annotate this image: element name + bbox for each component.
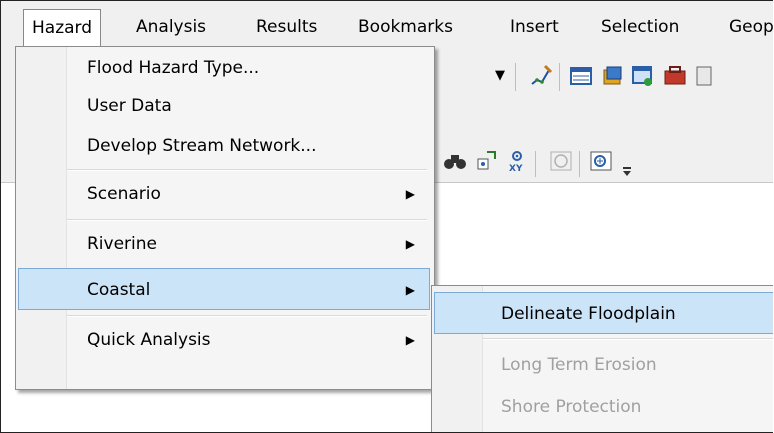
menu-analysis[interactable]: Analysis: [136, 15, 206, 39]
menu-item-label: Quick Analysis: [87, 330, 211, 350]
time-slider-icon[interactable]: [549, 149, 573, 173]
menu-item-label: Scenario: [87, 184, 161, 204]
menu-separator: [483, 338, 773, 340]
hazard-menu: Flood Hazard Type... User Data Develop S…: [15, 46, 435, 390]
menu-geoprocessing[interactable]: Geop: [729, 15, 773, 39]
toolbox-icon[interactable]: [663, 64, 687, 88]
python-window-icon[interactable]: [695, 64, 719, 88]
submenu-item-label: Delineate Floodplain: [501, 304, 676, 324]
menu-insert[interactable]: Insert: [510, 15, 559, 39]
menu-item-coastal[interactable]: Coastal ▶: [18, 268, 430, 310]
toolbar-separator: [535, 151, 536, 177]
menu-item-label: Riverine: [87, 234, 158, 254]
menu-item-develop-stream-network[interactable]: Develop Stream Network...: [19, 126, 429, 166]
attribute-table-icon[interactable]: [569, 64, 593, 88]
coastal-submenu: Delineate Floodplain Long Term Erosion S…: [431, 285, 773, 432]
go-to-xy-icon[interactable]: XY: [505, 149, 529, 173]
catalog-icon[interactable]: [601, 64, 625, 88]
submenu-item-long-term-erosion: Long Term Erosion: [435, 344, 773, 386]
menu-hazard[interactable]: Hazard: [23, 9, 102, 47]
find-route-icon[interactable]: [475, 149, 499, 173]
menu-item-flood-hazard-type[interactable]: Flood Hazard Type...: [19, 47, 429, 89]
menu-separator: [67, 219, 427, 221]
menu-item-label: Coastal: [87, 280, 151, 300]
submenu-item-delineate-floodplain[interactable]: Delineate Floodplain: [434, 292, 773, 334]
menu-selection[interactable]: Selection: [601, 15, 679, 39]
submenu-arrow-icon: ▶: [405, 333, 415, 347]
menu-item-quick-analysis[interactable]: Quick Analysis ▶: [19, 319, 429, 361]
find-binoculars-icon[interactable]: [443, 149, 467, 173]
menu-bar: Hazard Analysis Results Bookmarks Insert…: [1, 1, 773, 48]
submenu-arrow-icon: ▶: [405, 283, 415, 297]
menu-item-user-data[interactable]: User Data: [19, 86, 429, 126]
menu-separator: [67, 315, 427, 317]
toolbar-overflow-icon[interactable]: [621, 163, 633, 177]
menu-bookmarks[interactable]: Bookmarks: [358, 15, 453, 39]
toolbar-separator: [579, 151, 580, 177]
menu-item-riverine[interactable]: Riverine ▶: [19, 223, 429, 265]
edit-sketch-icon[interactable]: [529, 64, 553, 88]
svg-text:XY: XY: [509, 164, 523, 173]
toolbar-separator: [515, 63, 516, 91]
submenu-item-label: Shore Protection: [501, 397, 642, 417]
menu-item-label: Develop Stream Network...: [87, 136, 317, 156]
submenu-item-label: Long Term Erosion: [501, 355, 657, 375]
combo-dropdown-arrow[interactable]: ▼: [495, 68, 505, 83]
submenu-arrow-icon: ▶: [405, 237, 415, 251]
menu-item-label: User Data: [87, 96, 172, 116]
window-search-icon[interactable]: [631, 64, 655, 88]
submenu-arrow-icon: ▶: [405, 187, 415, 201]
toolbar-separator: [559, 63, 560, 91]
menu-results[interactable]: Results: [256, 15, 317, 39]
magnifier-window-icon[interactable]: [589, 149, 613, 173]
menu-item-scenario[interactable]: Scenario ▶: [19, 173, 429, 215]
application-window: Hazard Analysis Results Bookmarks Insert…: [0, 0, 773, 433]
menu-item-label: Flood Hazard Type...: [87, 58, 260, 78]
submenu-item-shore-protection: Shore Protection: [435, 386, 773, 428]
menu-separator: [67, 169, 427, 171]
